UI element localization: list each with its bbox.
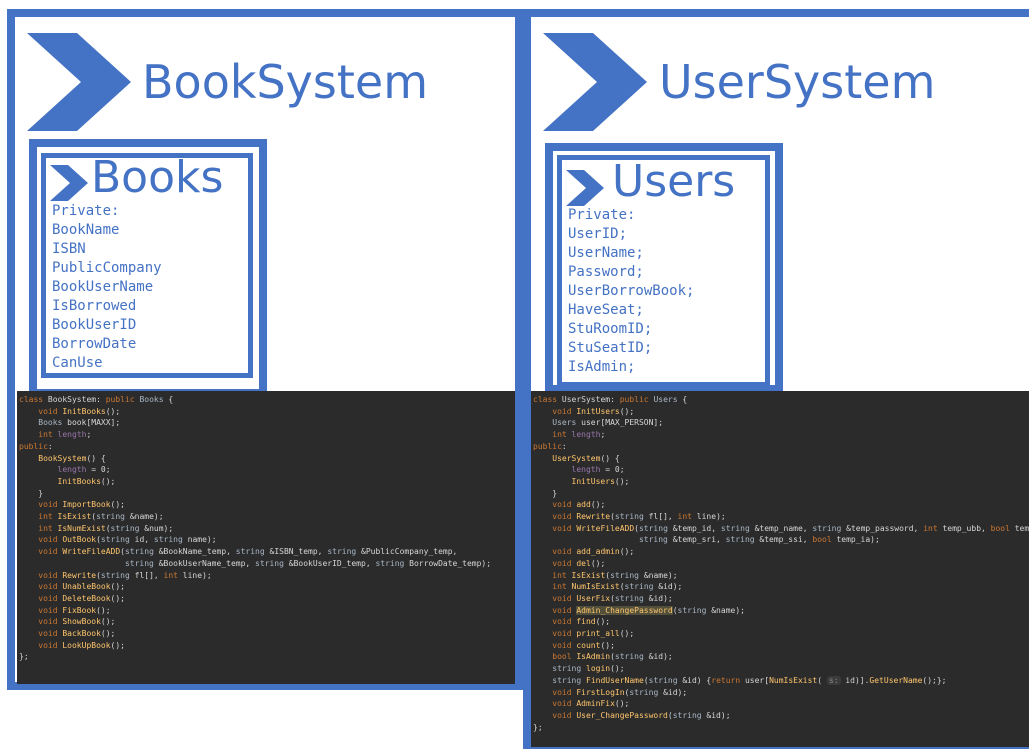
code-line: void OutBook(string id, string name);: [38, 535, 217, 545]
code-line: void UnableBook();: [38, 582, 125, 592]
code-line: void UserFix(string &id);: [552, 593, 673, 603]
code-line: };: [533, 722, 543, 732]
code-line: class UserSystem: public Users {: [533, 395, 688, 404]
book_system-field: Private:: [52, 203, 120, 219]
code-line: void DeleteBook();: [38, 593, 125, 603]
user_system-field: UserBorrowBook;: [568, 283, 695, 299]
code-line: length = 0;: [57, 465, 111, 475]
users-class-inner-box: Users Private: UserID; UserName; Password; U…: [557, 155, 770, 387]
code-line: void WriteFileADD(string &BookName_temp,…: [38, 547, 458, 557]
code-line: int length;: [38, 430, 92, 440]
code-line: Books book[MAXX];: [38, 418, 121, 428]
code-line: };: [19, 652, 29, 662]
users-class-title: Users: [612, 156, 736, 207]
user_system-field: StuRoomID;: [568, 321, 653, 337]
user_system-field: UserID;: [568, 226, 628, 242]
user_system-field: IsAdmin;: [568, 359, 636, 375]
chevron-arrow-icon: [543, 33, 647, 131]
code-line: bool IsAdmin(string &id);: [552, 652, 673, 662]
book_system-field: BookUserName: [52, 279, 154, 295]
code-line: void LookUpBook();: [38, 640, 125, 650]
code-line: InitBooks();: [57, 476, 116, 486]
code-line: int IsExist(string &name);: [38, 512, 164, 522]
code-line: BookSystem() {: [38, 453, 106, 463]
code-line: string &temp_sri, string &temp_ssi, bool…: [638, 535, 880, 545]
code-line: InitUsers();: [571, 476, 630, 486]
code-line: void FirstLogIn(string &id);: [552, 687, 688, 697]
book_system-field: PublicCompany: [52, 260, 162, 276]
users-class-outer-box: Users Private: UserID; UserName; Password; U…: [545, 143, 783, 393]
user_system-field: HaveSeat;: [568, 302, 644, 318]
code-line: void AdminFix();: [552, 699, 630, 709]
booksystem-title: BookSystem: [142, 55, 429, 109]
code-line: int IsNumExist(string &num);: [38, 523, 174, 533]
user_system-field: Password;: [568, 264, 644, 280]
code-line: public:: [19, 441, 53, 451]
code-line: int IsExist(string &name);: [552, 570, 678, 580]
code-line: void ImportBook();: [38, 500, 125, 510]
code-line: void print_all();: [552, 629, 635, 639]
code-line: string FindUserName(string &id) {return …: [552, 675, 947, 685]
code-line: UserSystem() {: [552, 453, 620, 463]
users-field-list: Private: UserID; UserName; Password; UserBor…: [568, 206, 694, 377]
book_system-field: ISBN: [52, 241, 86, 257]
usersystem-title: UserSystem: [659, 55, 936, 109]
code-line: }: [19, 488, 44, 498]
user_system-field: Private:: [568, 207, 636, 223]
code-line: }: [533, 488, 558, 498]
code-line: Users user[MAX_PERSON];: [552, 418, 664, 428]
code-line: string &BookUserName_temp, string &BookU…: [124, 558, 492, 568]
booksystem-panel: BookSystem Books Private: BookName ISBN Pub…: [7, 9, 523, 690]
usersystem-code-block: class UserSystem: public Users { void In…: [531, 391, 1029, 747]
code-line: void User_ChangePassword(string &id);: [552, 710, 731, 720]
books-class-inner-box: Books Private: BookName ISBN PublicCompany B…: [41, 153, 253, 378]
code-line: void InitUsers();: [552, 406, 635, 416]
code-line: void ShowBook();: [38, 617, 116, 627]
books-class-title: Books: [91, 152, 224, 203]
user_system-field: UserName;: [568, 245, 644, 261]
code-line: void Rewrite(string fl[], int line);: [38, 570, 212, 580]
code-line: void Admin_ChangePassword(string &name);: [552, 605, 745, 615]
code-line: void add_admin();: [552, 547, 635, 557]
books-class-outer-box: Books Private: BookName ISBN PublicCompany B…: [29, 139, 267, 397]
code-line: void WriteFileADD(string &temp_id, strin…: [552, 523, 1029, 533]
book_system-field: IsBorrowed: [52, 298, 137, 314]
code-line: string login();: [552, 664, 625, 674]
code-line: void count();: [552, 640, 615, 650]
code-line: void BackBook();: [38, 629, 116, 639]
chevron-arrow-icon: [27, 33, 131, 131]
code-line: void InitBooks();: [38, 406, 121, 416]
code-line: int NumIsExist(string &id);: [552, 582, 683, 592]
chevron-arrow-icon: [50, 165, 88, 201]
book_system-field: BookUserID: [52, 317, 137, 333]
usersystem-panel: UserSystem Users Private: UserID; UserName…: [523, 9, 1029, 749]
user_system-field: StuSeatID;: [568, 340, 653, 356]
books-field-list: Private: BookName ISBN PublicCompany BookUse…: [52, 202, 162, 373]
code-line: void add();: [552, 500, 606, 510]
code-line: class BookSystem: public Books {: [19, 395, 174, 404]
book_system-field: BookName: [52, 222, 120, 238]
code-line: length = 0;: [571, 465, 625, 475]
parameter-hint: s:: [826, 675, 841, 685]
code-line: void FixBook();: [38, 605, 111, 615]
code-line: int length;: [552, 430, 606, 440]
code-line: void Rewrite(string fl[], int line);: [552, 512, 726, 522]
code-line: void del();: [552, 558, 606, 568]
code-line: void find();: [552, 617, 611, 627]
chevron-arrow-icon: [566, 170, 604, 206]
book_system-field: CanUse: [52, 355, 103, 371]
book_system-field: BorrowDate: [52, 336, 137, 352]
code-line: public:: [533, 441, 567, 451]
booksystem-code-block: class BookSystem: public Books { void In…: [17, 391, 515, 684]
